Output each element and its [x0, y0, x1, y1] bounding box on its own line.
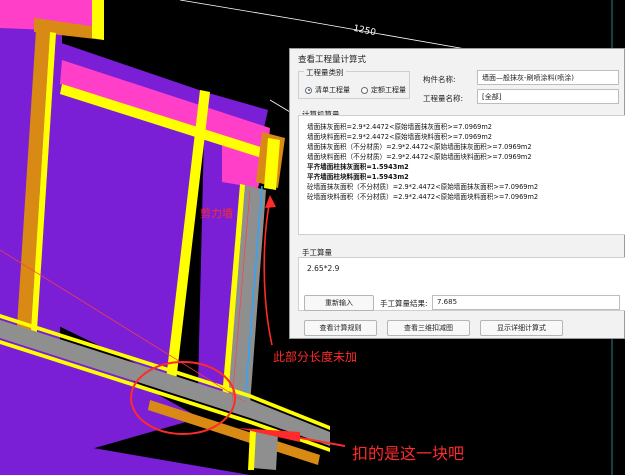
manual-result-field[interactable]: 7.685 — [432, 295, 620, 310]
quantity-type-group-label: 工程量类别 — [304, 67, 346, 78]
calc-line: 墙面抹灰面积=2.9*2.4472<原始墙面抹灰面积>=7.0969m2 — [307, 123, 492, 131]
calc-line: 墙面块料面积（不分材质）=2.9*2.4472<原始墙面块料面积>=7.0969… — [307, 153, 532, 161]
calc-line: 平齐墙面柱块料面积=1.5943m2 — [307, 173, 409, 181]
manual-formula-text: 2.65*2.9 — [307, 264, 340, 273]
radio-norm-quantity-label: 定额工程量 — [371, 86, 406, 94]
quantity-type-group: 工程量类别 清单工程量 定额工程量 — [298, 67, 410, 99]
calc-formula-box[interactable]: 墙面抹灰面积=2.9*2.4472<原始墙面抹灰面积>=7.0969m2 墙面块… — [298, 115, 625, 235]
calc-line: 砼墙面块料面积（不分材质）=2.9*2.4472<原始墙面块料面积>=7.096… — [307, 193, 539, 201]
component-name-label: 构件名称: — [423, 75, 456, 84]
quantity-formula-dialog[interactable]: 查看工程量计算式 工程量类别 清单工程量 定额工程量 构件名称: 墙面—般抹灰-… — [289, 48, 625, 339]
calc-line: 平齐墙面柱抹灰面积=1.5943m2 — [307, 163, 409, 171]
component-name-field[interactable]: 墙面—般抹灰-刷喷涂料(喷涂) — [477, 70, 619, 85]
view-calc-rules-button[interactable]: 查看计算规则 — [304, 320, 377, 336]
radio-unselected-icon — [361, 86, 368, 94]
radio-list-quantity-label: 清单工程量 — [315, 86, 350, 94]
manual-result-label: 手工算量结果: — [380, 299, 428, 308]
calc-line: 墙面抹灰面积（不分材质）=2.9*2.4472<原始墙面抹灰面积>=7.0969… — [307, 143, 532, 151]
radio-selected-icon — [305, 86, 312, 94]
radio-list-quantity[interactable]: 清单工程量 — [305, 85, 350, 95]
calc-line: 墙面块料面积=2.9*2.4472<原始墙面块料面积>=7.0969m2 — [307, 133, 492, 141]
dialog-title: 查看工程量计算式 — [298, 55, 367, 65]
quantity-name-field[interactable]: [全部] — [477, 89, 619, 104]
reenter-button[interactable]: 重新输入 — [304, 295, 374, 311]
quantity-name-label: 工程量名称: — [423, 94, 464, 103]
yellow-wall-top — [92, 0, 104, 40]
radio-norm-quantity[interactable]: 定额工程量 — [361, 85, 406, 95]
view-3d-deduction-button[interactable]: 查看三维扣减图 — [387, 320, 470, 336]
annotation-shear-wall: 剪力墙 — [200, 207, 233, 220]
calc-line: 砼墙面抹灰面积（不分材质）=2.9*2.4472<原始墙面抹灰面积>=7.096… — [307, 183, 539, 191]
annotation-length-not-added: 此部分长度未加 — [273, 350, 358, 364]
annotation-deducted-block: 扣的是这一块吧 — [352, 444, 465, 463]
show-detailed-formula-button[interactable]: 显示详细计算式 — [480, 320, 563, 336]
